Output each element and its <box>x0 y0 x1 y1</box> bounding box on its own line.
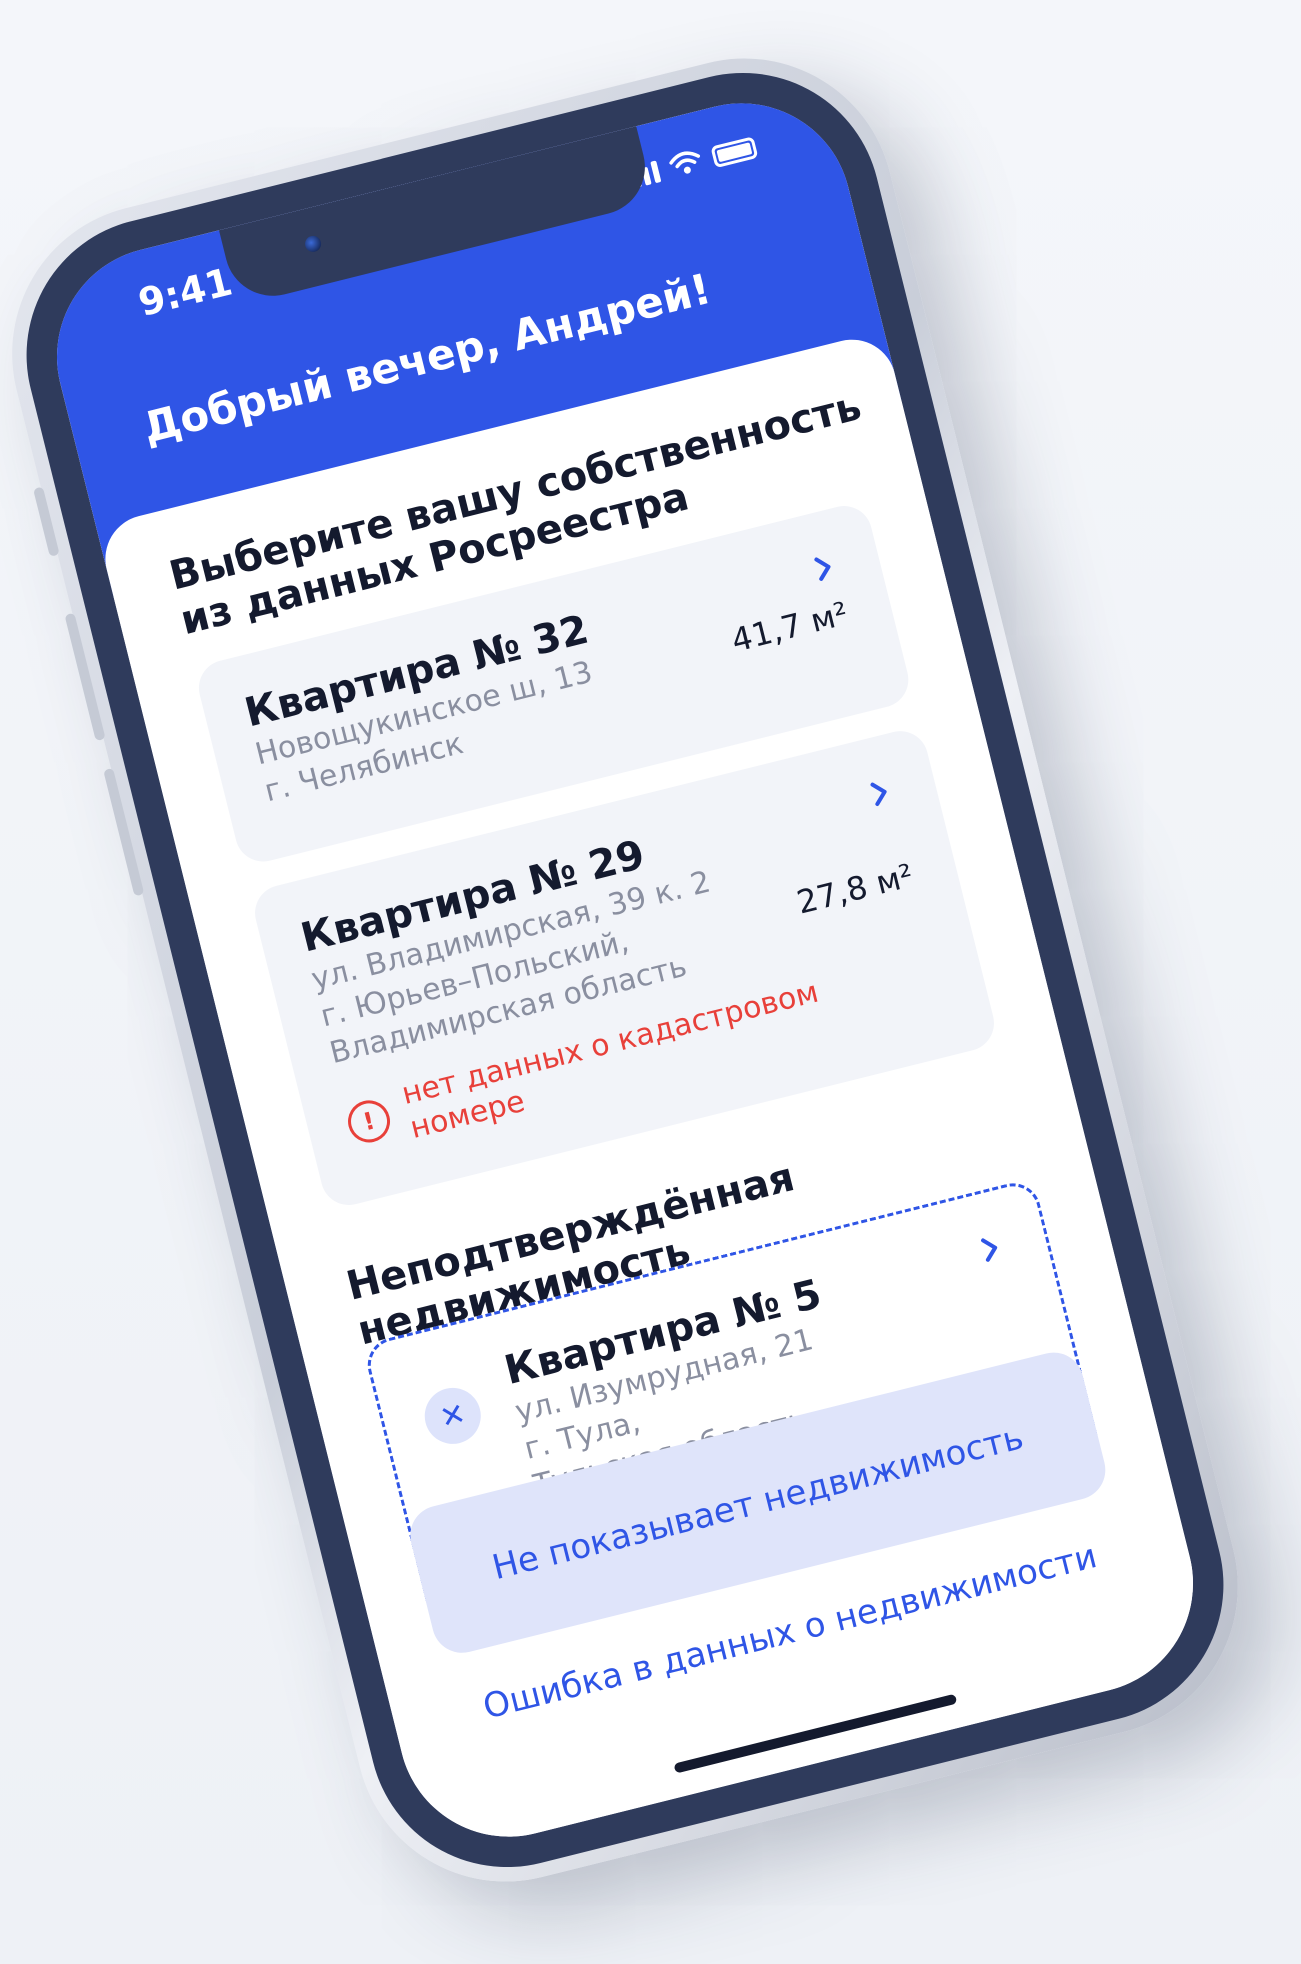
exclamation-circle-icon: ! <box>343 1095 395 1147</box>
app-screen: 9:41 Добрый вечер, Андрей! Выберите вашу… <box>33 80 1217 1860</box>
front-camera <box>303 234 323 254</box>
wifi-icon <box>669 151 701 174</box>
battery-icon <box>710 136 759 169</box>
close-icon[interactable]: ✕ <box>418 1381 487 1450</box>
phone: 9:41 Добрый вечер, Андрей! Выберите вашу… <box>0 26 1270 1914</box>
content-sheet: Выберите вашу собственность из данных Ро… <box>96 330 1217 1860</box>
status-time: 9:41 <box>134 259 237 326</box>
device-mockup-stage: 9:41 Добрый вечер, Андрей! Выберите вашу… <box>0 0 1301 1964</box>
